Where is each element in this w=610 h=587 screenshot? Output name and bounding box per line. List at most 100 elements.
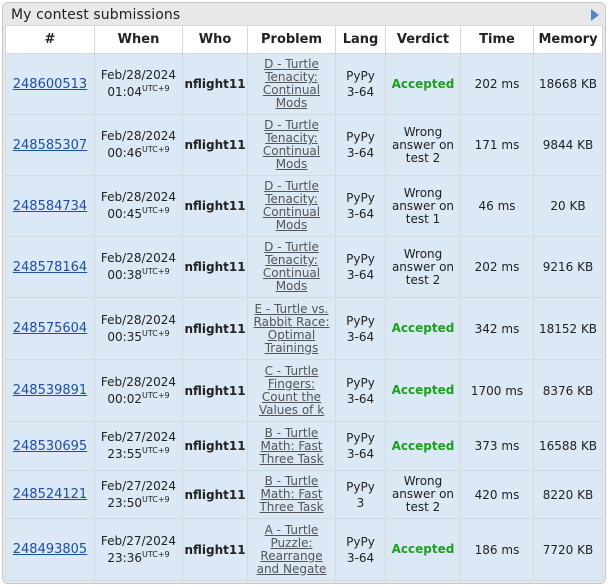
problem-name-line[interactable]: D - Turtle <box>264 240 319 254</box>
problem-name-line[interactable]: Continual <box>263 83 320 97</box>
verdict-wrong-answer: Wrong answer on test 2 <box>385 114 461 176</box>
problem-link[interactable]: D - Turtle Tenacity: Continual Mods <box>263 118 320 171</box>
problem-name-line[interactable]: Continual <box>263 266 320 280</box>
submission-id-link[interactable]: 248539891 <box>13 383 87 398</box>
problem-name-line[interactable]: Tenacity: <box>265 70 318 84</box>
submission-date: Feb/28/2024 <box>100 68 177 82</box>
user-handle-link[interactable]: nflight11 <box>184 199 245 213</box>
problem-name-line[interactable]: Mods <box>276 96 308 110</box>
user-handle-link[interactable]: nflight11 <box>184 543 245 557</box>
user-handle-link[interactable]: nflight11 <box>184 488 245 502</box>
verdict-line: Accepted <box>391 383 455 397</box>
verdict-line: test 1 <box>405 211 441 226</box>
problem-link[interactable]: D - Turtle Tenacity: Continual Mods <box>263 179 320 232</box>
problem-name-line[interactable]: Values of k <box>259 403 324 417</box>
submission-id-link[interactable]: 248493805 <box>13 542 87 557</box>
problem-name-line[interactable]: Math: Fast <box>261 487 323 501</box>
submission-time: 01:04 <box>107 85 142 99</box>
who-cell: nflight11 <box>182 175 248 237</box>
problem-name-line[interactable]: Math: Fast <box>261 439 323 453</box>
timezone-label: UTC+9 <box>141 494 170 504</box>
submission-id-cell: 248578164 <box>5 236 95 298</box>
problem-name-line[interactable]: Tenacity: <box>265 192 318 206</box>
problem-link[interactable]: C - Turtle Fingers: Count the Values of k <box>259 364 324 417</box>
problem-name-line[interactable]: Tenacity: <box>265 131 318 145</box>
lang-line: PyPy <box>346 130 375 144</box>
user-handle-link[interactable]: nflight11 <box>184 77 245 91</box>
user-handle-link[interactable]: nflight11 <box>184 384 245 398</box>
problem-link[interactable]: E - Turtle vs. Rabbit Race: Optimal Trainin… <box>254 302 330 355</box>
problem-name-line[interactable]: E - Turtle vs. <box>255 302 329 316</box>
submission-id-link[interactable]: 248600513 <box>13 77 87 92</box>
problem-name-line[interactable]: Fingers: <box>268 377 315 391</box>
who-cell: nflight11 <box>182 470 248 519</box>
lang-line: 3-64 <box>346 85 375 99</box>
lang-line: 3-64 <box>346 550 375 565</box>
submission-id-link[interactable]: 248584734 <box>13 199 87 214</box>
collapse-toggle-icon[interactable] <box>591 9 599 21</box>
problem-name-line[interactable]: Rabbit Race: <box>254 315 330 329</box>
table-row: 248578164 Feb/28/2024 00:38UTC+9 nflight11 D… <box>5 236 603 298</box>
submission-id-link[interactable]: 248578164 <box>13 260 87 275</box>
when-cell: Feb/27/2024 23:36UTC+9 <box>94 518 183 581</box>
verdict-accepted: Accepted <box>385 518 461 581</box>
problem-name-line[interactable]: Continual <box>263 144 320 158</box>
when-cell: Feb/28/2024 00:46UTC+9 <box>94 114 183 176</box>
verdict-line: answer on <box>391 198 455 213</box>
problem-name-line[interactable]: D - Turtle <box>264 57 319 71</box>
time-cell: 186 ms <box>460 518 534 581</box>
lang-cell: PyPy 3-64 <box>335 236 386 298</box>
user-handle-link[interactable]: nflight11 <box>184 322 245 336</box>
problem-name-line[interactable]: Mods <box>276 218 308 232</box>
when-cell: Feb/28/2024 00:35UTC+9 <box>94 297 183 360</box>
submission-date: Feb/28/2024 <box>100 312 177 327</box>
submission-time: 23:55 <box>107 447 142 461</box>
problem-name-line[interactable]: Three Task <box>259 452 323 466</box>
problem-name-line[interactable]: B - Turtle <box>265 426 319 440</box>
problem-name-line[interactable]: Continual <box>263 205 320 219</box>
problem-name-line[interactable]: Mods <box>276 279 308 293</box>
exec-time: 202 ms <box>474 77 520 91</box>
problem-link[interactable]: D - Turtle Tenacity: Continual Mods <box>263 57 320 110</box>
exec-time: 373 ms <box>474 439 520 453</box>
timezone-label: UTC+9 <box>141 328 170 338</box>
problem-link[interactable]: D - Turtle Tenacity: Continual Mods <box>263 240 320 293</box>
submission-id-link[interactable]: 248575604 <box>13 321 87 336</box>
problem-name-line[interactable]: Tenacity: <box>265 253 318 267</box>
submission-id-link[interactable]: 248530695 <box>13 439 87 454</box>
memory-used: 9216 KB <box>542 260 594 274</box>
verdict-wrong-answer: Wrong answer on test 1 <box>385 175 461 237</box>
verdict-line: test 2 <box>405 500 441 514</box>
problem-name-line[interactable]: A - Turtle <box>265 523 319 537</box>
problem-name-line[interactable]: Trainings <box>265 341 319 355</box>
problem-name-line[interactable]: and Negate <box>257 562 327 576</box>
who-cell: nflight11 <box>182 359 248 422</box>
problem-link[interactable]: B - Turtle Math: Fast Three Task <box>259 474 323 514</box>
problem-name-line[interactable]: C - Turtle <box>265 364 319 378</box>
problem-name-line[interactable]: D - Turtle <box>264 118 319 132</box>
user-handle-link[interactable]: nflight11 <box>184 439 245 453</box>
submission-id-link[interactable]: 248524121 <box>13 487 87 502</box>
problem-link[interactable]: B - Turtle Math: Fast Three Task <box>259 426 323 466</box>
memory-used: 8220 KB <box>542 487 594 502</box>
problem-name-line[interactable]: Count the <box>262 390 321 404</box>
submission-date: Feb/28/2024 <box>100 251 177 265</box>
problem-name-line[interactable]: Mods <box>276 157 308 171</box>
problem-name-line[interactable]: Rearrange <box>260 549 322 563</box>
problem-name-line[interactable]: Optimal <box>268 328 315 342</box>
problem-name-line[interactable]: Puzzle: <box>271 536 313 550</box>
problem-name-line[interactable]: Three Task <box>259 500 323 514</box>
problem-link[interactable]: A - Turtle Puzzle: Rearrange and Negate <box>257 523 327 576</box>
time-cell: 373 ms <box>460 421 534 471</box>
submission-time: 23:36 <box>107 550 142 565</box>
problem-name-line[interactable]: D - Turtle <box>264 179 319 193</box>
user-handle-link[interactable]: nflight11 <box>184 260 245 274</box>
lang-line: 3-64 <box>346 329 375 344</box>
submission-date: Feb/27/2024 <box>100 430 177 444</box>
memory-used: 7720 KB <box>542 542 594 557</box>
timezone-label: UTC+9 <box>141 84 170 93</box>
problem-name-line[interactable]: B - Turtle <box>265 474 319 488</box>
submission-date: Feb/27/2024 <box>100 478 177 493</box>
user-handle-link[interactable]: nflight11 <box>184 138 245 152</box>
submission-id-link[interactable]: 248585307 <box>13 138 87 153</box>
